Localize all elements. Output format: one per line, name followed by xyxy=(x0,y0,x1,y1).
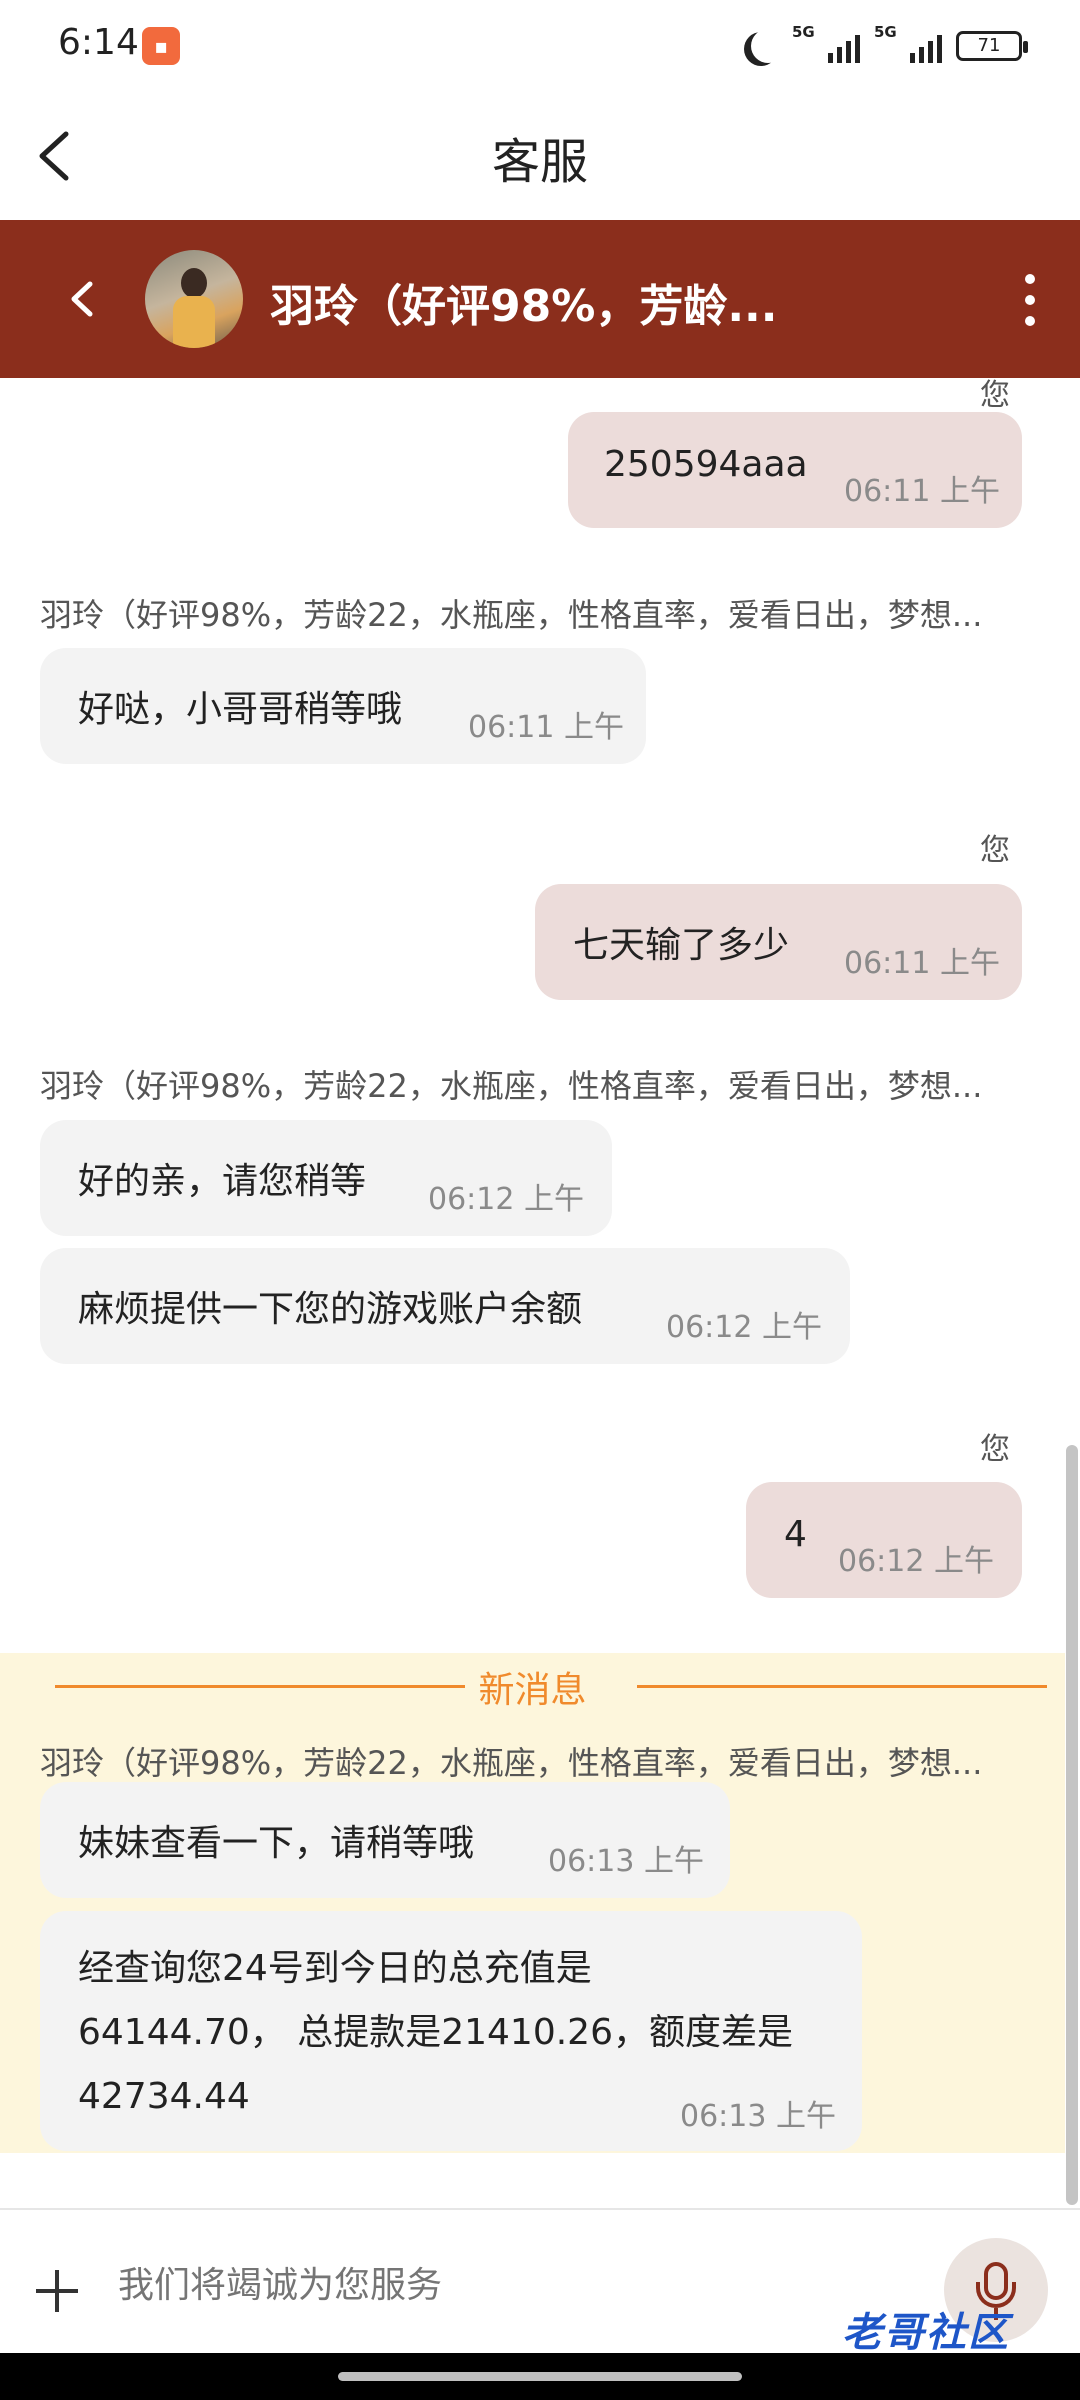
message-bubble-incoming[interactable]: 妹妹查看一下，请稍等哦 06:13 上午 xyxy=(40,1782,730,1898)
signal-icon: 5G xyxy=(874,23,942,63)
signal-icon: 5G xyxy=(792,23,860,63)
message-text: 七天输了多少 xyxy=(573,925,790,966)
sender-label-you: 您 xyxy=(980,378,1010,413)
message-time: 06:11 上午 xyxy=(468,710,624,745)
sender-label-you: 您 xyxy=(980,833,1010,868)
new-messages-label: 新消息 xyxy=(478,1670,587,1711)
message-time: 06:13 上午 xyxy=(548,1844,704,1879)
moon-icon xyxy=(751,29,785,63)
message-bubble-incoming[interactable]: 麻烦提供一下您的游戏账户余额 06:12 上午 xyxy=(40,1248,850,1364)
message-input[interactable] xyxy=(118,2250,918,2320)
sender-label-you: 您 xyxy=(980,1432,1010,1467)
more-icon[interactable] xyxy=(1020,274,1040,326)
message-text: 4 xyxy=(784,1514,807,1555)
message-list[interactable]: 您 250594aaa 06:11 上午 羽玲（好评98%，芳龄22，水瓶座，性… xyxy=(0,378,1080,2208)
message-bubble-outgoing[interactable]: 4 06:12 上午 xyxy=(746,1482,1022,1598)
watermark-logo: 老哥社区 xyxy=(842,2310,1010,2356)
message-bubble-outgoing[interactable]: 七天输了多少 06:11 上午 xyxy=(535,884,1022,1000)
message-time: 06:12 上午 xyxy=(666,1310,822,1345)
title-bar: 客服 xyxy=(0,90,1080,220)
sender-name: 羽玲（好评98%，芳龄22，水瓶座，性格直率，爱看日出，梦想... xyxy=(40,1067,983,1105)
scrollbar[interactable] xyxy=(1066,1445,1078,2205)
app-notification-icon: ▪ xyxy=(142,27,180,65)
agent-name[interactable]: 羽玲（好评98%，芳龄... xyxy=(270,270,777,334)
plus-icon[interactable] xyxy=(36,2270,78,2312)
message-time: 06:12 上午 xyxy=(428,1182,584,1217)
status-time: 6:14 xyxy=(58,22,139,63)
home-indicator[interactable] xyxy=(338,2372,742,2381)
navigation-bar xyxy=(0,2353,1080,2400)
status-indicators: 5G 5G 71 xyxy=(744,23,1028,66)
message-bubble-incoming[interactable]: 经查询您24号到今日的总充值是 64144.70， 总提款是21410.26，额… xyxy=(40,1911,862,2151)
message-text: 250594aaa xyxy=(604,444,808,485)
chat-header: 羽玲（好评98%，芳龄... xyxy=(0,220,1080,378)
signal-label: 5G xyxy=(874,23,897,41)
message-bubble-incoming[interactable]: 好的亲，请您稍等 06:12 上午 xyxy=(40,1120,612,1236)
message-time: 06:11 上午 xyxy=(844,474,1000,509)
message-text: 好的亲，请您稍等 xyxy=(78,1161,367,1202)
status-bar: 6:14 ▪ 5G 5G 71 xyxy=(0,0,1080,90)
message-bubble-incoming[interactable]: 好哒，小哥哥稍等哦 06:11 上午 xyxy=(40,648,646,764)
message-line: 64144.70， 总提款是21410.26，额度差是 xyxy=(78,2012,793,2053)
message-line: 经查询您24号到今日的总充值是 xyxy=(78,1948,592,1989)
message-time: 06:12 上午 xyxy=(838,1544,994,1579)
message-text: 好哒，小哥哥稍等哦 xyxy=(78,689,403,730)
sender-name: 羽玲（好评98%，芳龄22，水瓶座，性格直率，爱看日出，梦想... xyxy=(40,596,983,634)
battery-icon: 71 xyxy=(956,31,1028,61)
avatar[interactable] xyxy=(145,250,243,348)
message-time: 06:11 上午 xyxy=(844,946,1000,981)
message-text: 妹妹查看一下，请稍等哦 xyxy=(78,1823,475,1864)
chat-back-icon[interactable] xyxy=(60,272,106,326)
sender-name: 羽玲（好评98%，芳龄22，水瓶座，性格直率，爱看日出，梦想... xyxy=(40,1744,983,1782)
signal-label: 5G xyxy=(792,23,815,41)
page-title: 客服 xyxy=(491,134,588,190)
message-text: 麻烦提供一下您的游戏账户余额 xyxy=(78,1289,583,1330)
message-bubble-outgoing[interactable]: 250594aaa 06:11 上午 xyxy=(568,412,1022,528)
message-time: 06:13 上午 xyxy=(680,2099,836,2134)
